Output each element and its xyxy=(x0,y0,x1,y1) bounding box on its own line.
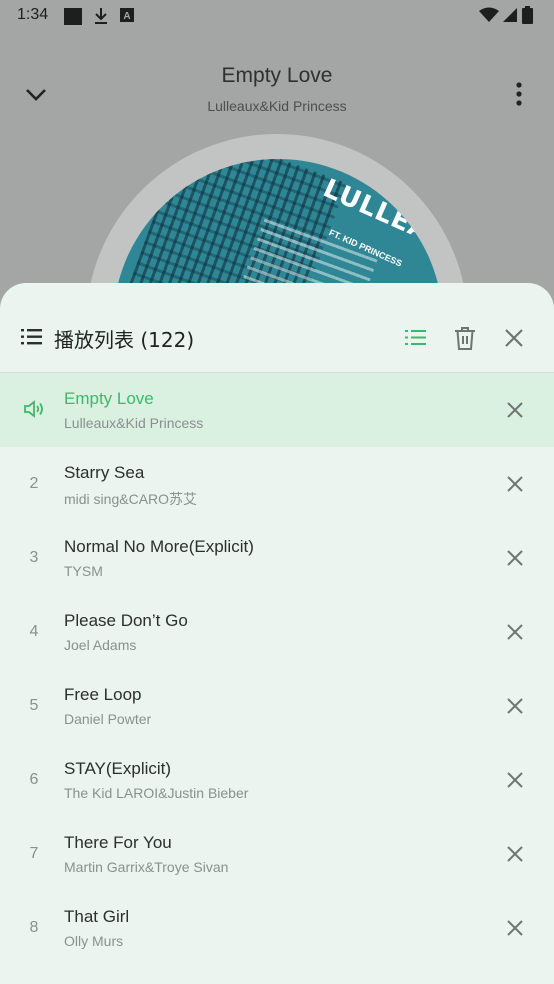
remove-track-button[interactable] xyxy=(501,618,529,646)
track-list: Empty Love Lulleaux&Kid Princess 2 Starr… xyxy=(0,373,554,965)
more-options-button[interactable] xyxy=(506,80,532,110)
playlist-sheet: 播放列表 (122) Empty Love Lulleaux&Kid Princ… xyxy=(0,283,554,984)
track-title: That Girl xyxy=(64,907,130,926)
remove-track-button[interactable] xyxy=(501,396,529,424)
track-title: Normal No More(Explicit) xyxy=(64,537,254,556)
track-title: There For You xyxy=(64,833,172,852)
remove-track-button[interactable] xyxy=(501,692,529,720)
trash-icon xyxy=(455,327,475,350)
close-icon xyxy=(507,476,523,492)
remove-track-button[interactable] xyxy=(501,544,529,572)
close-icon xyxy=(507,624,523,640)
remove-track-button[interactable] xyxy=(501,766,529,794)
close-icon xyxy=(507,772,523,788)
track-row[interactable]: 4 Please Don’t Go Joel Adams xyxy=(0,595,554,669)
close-icon xyxy=(507,698,523,714)
track-title: Please Don’t Go xyxy=(64,611,188,630)
track-title: Empty Love xyxy=(64,389,154,408)
now-playing-title: Empty Love xyxy=(221,64,333,87)
track-index: 8 xyxy=(29,919,39,936)
close-icon xyxy=(507,550,523,566)
track-row[interactable]: 5 Free Loop Daniel Powter xyxy=(0,669,554,743)
list-icon xyxy=(21,329,42,345)
track-title: Free Loop xyxy=(64,685,142,704)
track-row-playing[interactable]: Empty Love Lulleaux&Kid Princess xyxy=(0,373,554,447)
track-artist: midi sing&CARO苏艾 xyxy=(64,491,198,507)
playlist-title: 播放列表 (122) xyxy=(54,328,195,352)
track-artist: Lulleaux&Kid Princess xyxy=(64,415,204,431)
close-playlist-button[interactable] xyxy=(499,323,529,353)
status-time: 1:34 xyxy=(17,6,49,23)
track-artist: Joel Adams xyxy=(64,637,137,653)
track-row[interactable]: 6 STAY(Explicit) The Kid LAROI&Justin Bi… xyxy=(0,743,554,817)
close-icon xyxy=(507,920,523,936)
text-a-icon: A xyxy=(120,8,134,22)
remove-track-button[interactable] xyxy=(501,840,529,868)
signal-icon xyxy=(503,8,517,22)
track-index: 5 xyxy=(29,697,39,714)
track-row[interactable]: 8 That Girl Olly Murs xyxy=(0,891,554,965)
track-artist: The Kid LAROI&Justin Bieber xyxy=(64,785,249,801)
track-artist: Martin Garrix&Troye Sivan xyxy=(64,859,229,875)
battery-icon xyxy=(522,6,533,24)
track-index: 4 xyxy=(29,623,39,640)
wifi-icon xyxy=(479,7,499,22)
play-order-button[interactable] xyxy=(401,323,431,353)
track-artist: Olly Murs xyxy=(64,933,124,949)
remove-track-button[interactable] xyxy=(501,470,529,498)
square-notification-icon xyxy=(64,8,82,25)
clear-playlist-button[interactable] xyxy=(450,323,480,353)
close-icon xyxy=(507,846,523,862)
track-artist: Daniel Powter xyxy=(64,711,152,727)
speaker-icon xyxy=(24,400,43,418)
track-index: 2 xyxy=(29,475,39,492)
more-vertical-icon xyxy=(516,82,522,106)
close-icon xyxy=(505,329,523,347)
track-index: 6 xyxy=(29,771,39,788)
download-icon xyxy=(95,8,107,24)
track-row[interactable]: 2 Starry Sea midi sing&CARO苏艾 xyxy=(0,447,554,521)
track-row[interactable]: 3 Normal No More(Explicit) TYSM xyxy=(0,521,554,595)
list-order-icon xyxy=(405,330,426,345)
status-bar: 1:34 A xyxy=(0,0,554,32)
track-title: Starry Sea xyxy=(64,463,145,482)
now-playing-artist: Lulleaux&Kid Princess xyxy=(207,98,347,114)
track-row[interactable]: 7 There For You Martin Garrix&Troye Siva… xyxy=(0,817,554,891)
track-index: 7 xyxy=(29,845,39,862)
close-icon xyxy=(507,402,523,418)
svg-text:A: A xyxy=(123,11,130,22)
remove-track-button[interactable] xyxy=(501,914,529,942)
track-title: STAY(Explicit) xyxy=(64,759,172,778)
track-artist: TYSM xyxy=(64,563,103,579)
playlist-header: 播放列表 (122) xyxy=(0,283,554,373)
track-index: 3 xyxy=(29,549,39,566)
